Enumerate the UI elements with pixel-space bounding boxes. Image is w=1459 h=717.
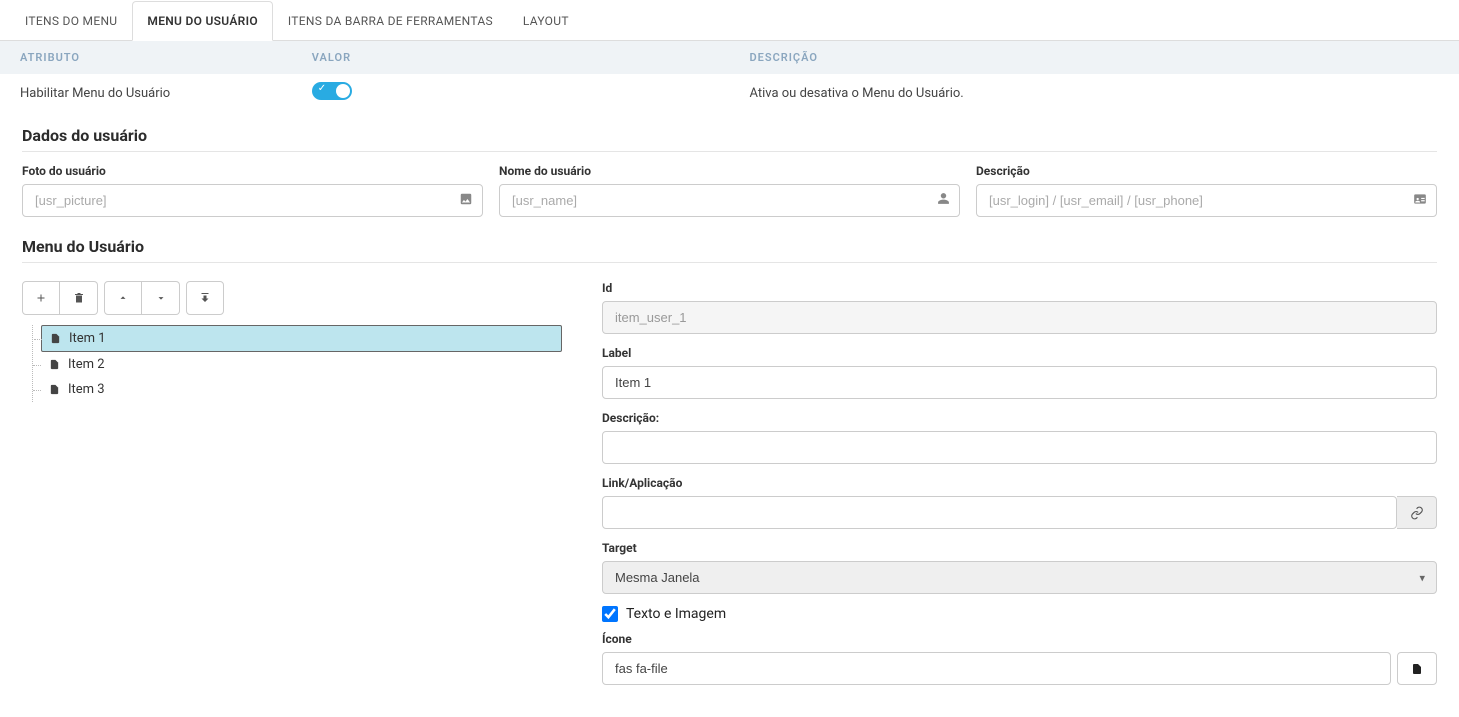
attr-description: Ativa ou desativa o Menu do Usuário. (729, 74, 1459, 112)
file-icon (49, 358, 60, 371)
descricao-input[interactable] (602, 431, 1437, 464)
tree-item-3[interactable]: Item 3 (41, 377, 562, 402)
icone-input[interactable] (602, 652, 1391, 685)
tree-item-2[interactable]: Item 2 (41, 352, 562, 377)
card-icon[interactable] (1413, 192, 1427, 210)
link-picker-button[interactable] (1397, 496, 1437, 529)
attr-name: Habilitar Menu do Usuário (0, 74, 292, 112)
col-value: VALOR (292, 41, 730, 74)
tree-toolbar (22, 281, 562, 315)
col-attribute: ATRIBUTO (0, 41, 292, 74)
link-label: Link/Aplicação (602, 476, 1437, 490)
add-button[interactable] (22, 281, 60, 315)
file-icon (50, 332, 61, 345)
id-label: Id (602, 281, 1437, 295)
col-description: DESCRIÇÃO (729, 41, 1459, 74)
tab-layout[interactable]: LAYOUT (508, 1, 584, 41)
section-title-user-data: Dados do usuário (22, 126, 1437, 152)
text-image-checkbox[interactable] (602, 606, 618, 622)
target-select[interactable]: Mesma Janela (602, 561, 1437, 594)
descricao-label: Descrição: (602, 411, 1437, 425)
table-row: Habilitar Menu do Usuário Ativa ou desat… (0, 74, 1459, 112)
image-icon[interactable] (459, 192, 473, 210)
tree-item-label: Item 1 (69, 331, 106, 346)
file-icon (49, 383, 60, 396)
photo-label: Foto do usuário (22, 164, 483, 178)
user-name-input[interactable] (499, 184, 960, 217)
id-input (602, 301, 1437, 334)
import-button[interactable] (186, 281, 224, 315)
user-data-section: Dados do usuário Foto do usuário Nome do… (0, 112, 1459, 223)
move-up-button[interactable] (104, 281, 142, 315)
name-label: Nome do usuário (499, 164, 960, 178)
tree-item-1[interactable]: Item 1 (41, 325, 562, 352)
text-image-label: Texto e Imagem (626, 606, 726, 622)
tab-toolbar-items[interactable]: ITENS DA BARRA DE FERRAMENTAS (273, 1, 508, 41)
section-title-menu: Menu do Usuário (22, 237, 1437, 263)
menu-usuario-section: Menu do Usuário (0, 223, 1459, 281)
tab-menu-usuario[interactable]: MENU DO USUÁRIO (132, 1, 273, 41)
user-icon[interactable] (937, 192, 950, 209)
user-photo-input[interactable] (22, 184, 483, 217)
move-down-button[interactable] (142, 281, 180, 315)
tree-item-label: Item 3 (68, 382, 105, 397)
label-label: Label (602, 346, 1437, 360)
label-input[interactable] (602, 366, 1437, 399)
tabs-bar: ITENS DO MENU MENU DO USUÁRIO ITENS DA B… (0, 0, 1459, 41)
icone-label: Ícone (602, 632, 1437, 646)
tab-itens-menu[interactable]: ITENS DO MENU (10, 1, 132, 41)
link-input[interactable] (602, 496, 1397, 529)
desc-label: Descrição (976, 164, 1437, 178)
user-desc-input[interactable] (976, 184, 1437, 217)
target-label: Target (602, 541, 1437, 555)
delete-button[interactable] (60, 281, 98, 315)
tree-item-label: Item 2 (68, 357, 105, 372)
enable-user-menu-toggle[interactable] (312, 82, 352, 100)
items-tree: Item 1 Item 2 Item 3 (32, 325, 562, 402)
icone-preview[interactable] (1397, 652, 1437, 685)
attribute-table: ATRIBUTO VALOR DESCRIÇÃO Habilitar Menu … (0, 41, 1459, 112)
